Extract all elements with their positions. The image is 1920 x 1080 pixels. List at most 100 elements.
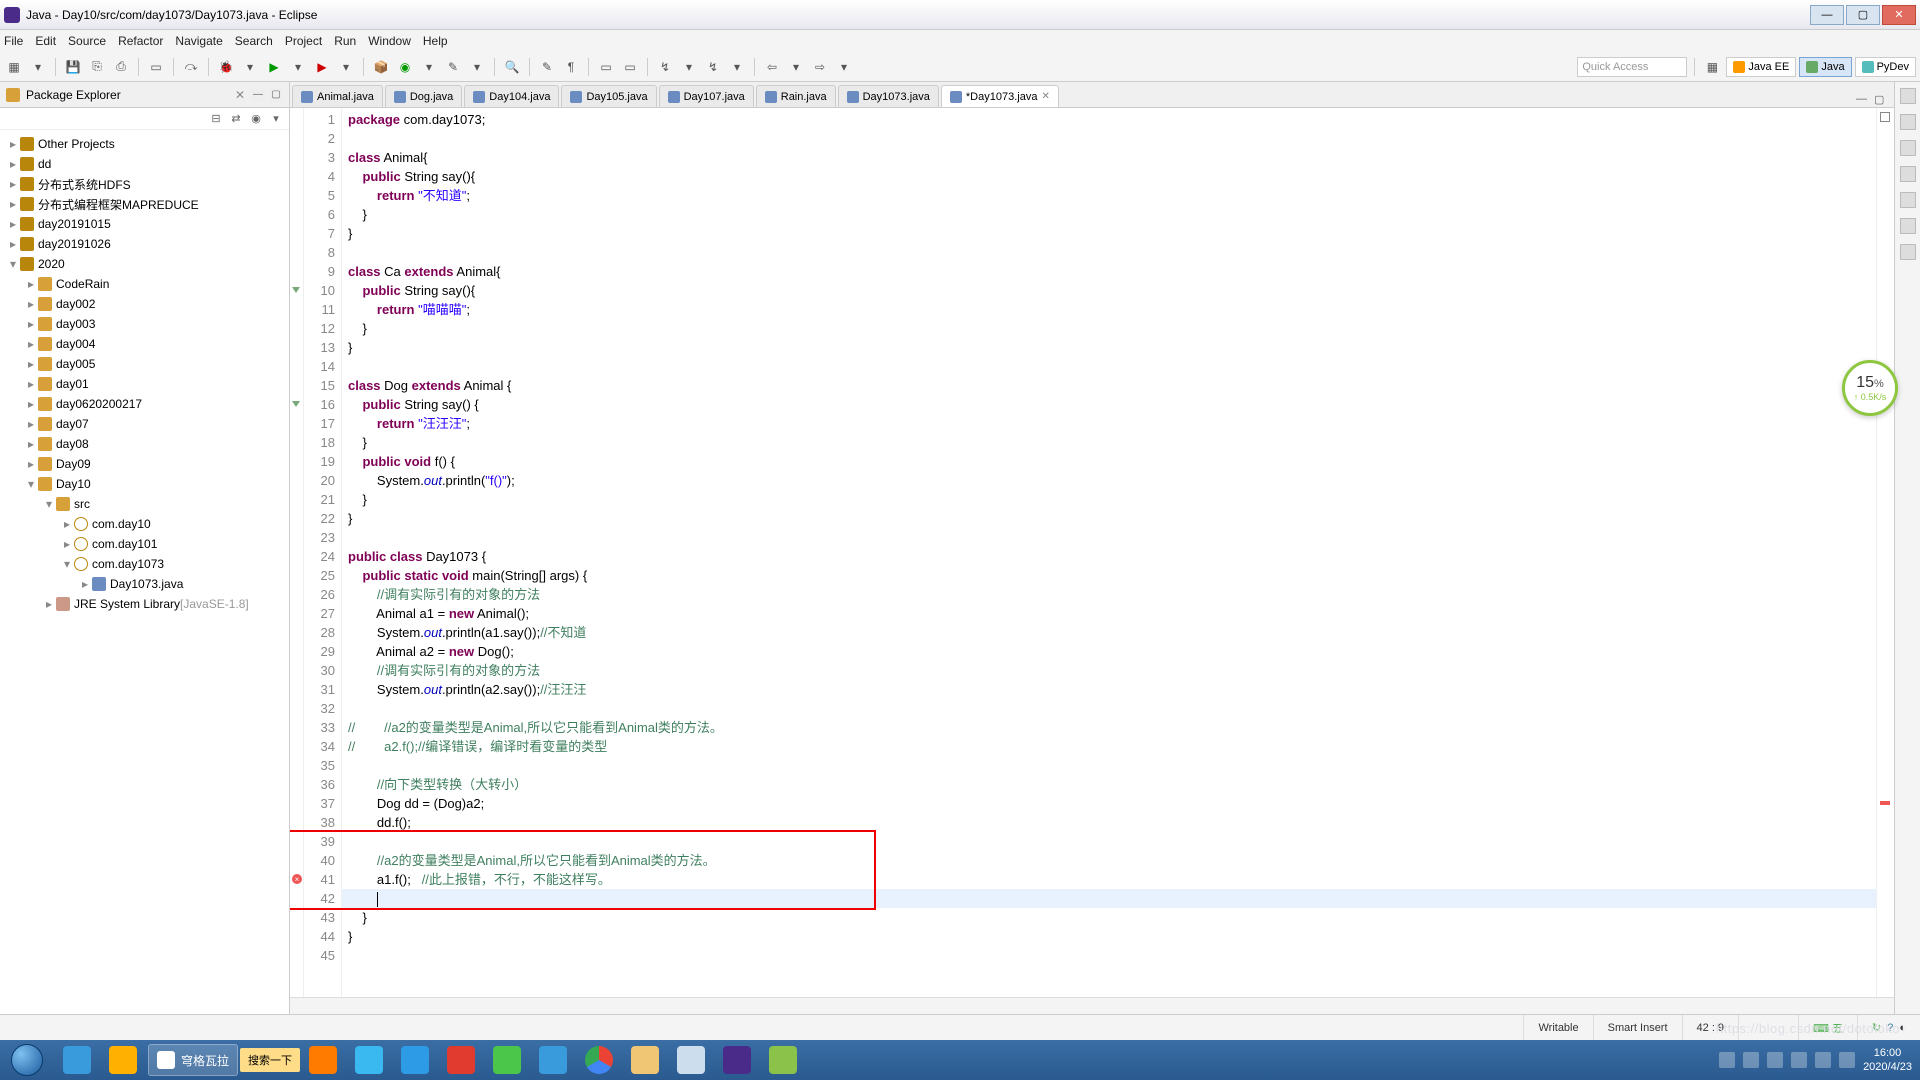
taskbar-eclipse[interactable] bbox=[715, 1042, 759, 1078]
editor-tab[interactable]: Animal.java bbox=[292, 85, 383, 107]
tree-node[interactable]: ▸JRE System Library [JavaSE-1.8] bbox=[0, 594, 289, 614]
taskbar-chrome[interactable] bbox=[577, 1042, 621, 1078]
new-dd[interactable]: ▾ bbox=[28, 57, 48, 77]
print-button[interactable]: ⎙ bbox=[111, 57, 131, 77]
editor-tab[interactable]: *Day1073.java✕ bbox=[941, 85, 1059, 107]
tree-node[interactable]: ▸day004 bbox=[0, 334, 289, 354]
tree-node[interactable]: ▸dd bbox=[0, 154, 289, 174]
ext-run-button[interactable]: ▶ bbox=[312, 57, 332, 77]
tree-node[interactable]: ▸分布式系统HDFS bbox=[0, 174, 289, 194]
back-button[interactable]: ⇦ bbox=[762, 57, 782, 77]
taskbar-youdao[interactable] bbox=[439, 1042, 483, 1078]
tree-node[interactable]: ▸com.day101 bbox=[0, 534, 289, 554]
menu-refactor[interactable]: Refactor bbox=[118, 34, 163, 48]
focus-icon[interactable]: ◉ bbox=[249, 112, 263, 126]
view-menu-icon[interactable]: ▾ bbox=[269, 112, 283, 126]
tray-network-icon[interactable] bbox=[1791, 1052, 1807, 1068]
taskbar-360se[interactable] bbox=[485, 1042, 529, 1078]
toggle-mark[interactable]: ✎ bbox=[537, 57, 557, 77]
tray-icon[interactable] bbox=[1719, 1052, 1735, 1068]
tree-node[interactable]: ▾2020 bbox=[0, 254, 289, 274]
view-close-icon[interactable]: ✕ bbox=[235, 88, 245, 102]
tasklist-icon[interactable] bbox=[1900, 114, 1916, 130]
menu-edit[interactable]: Edit bbox=[35, 34, 56, 48]
package-tree[interactable]: ▸Other Projects▸dd▸分布式系统HDFS▸分布式编程框架MAPR… bbox=[0, 130, 289, 1014]
editor-tab[interactable]: Day104.java bbox=[464, 85, 559, 107]
tray-icon[interactable] bbox=[1767, 1052, 1783, 1068]
editor-tab[interactable]: Day1073.java bbox=[838, 85, 939, 107]
outline-icon[interactable] bbox=[1900, 88, 1916, 104]
editor-tab[interactable]: Rain.java bbox=[756, 85, 836, 107]
taskbar-explorer[interactable] bbox=[623, 1042, 667, 1078]
tree-node[interactable]: ▸Day09 bbox=[0, 454, 289, 474]
tree-node[interactable]: ▸Other Projects bbox=[0, 134, 289, 154]
editor-tab[interactable]: Day105.java bbox=[561, 85, 656, 107]
new-button[interactable]: ▦ bbox=[4, 57, 24, 77]
view-max-icon[interactable]: ▢ bbox=[269, 88, 283, 102]
tree-node[interactable]: ▾src bbox=[0, 494, 289, 514]
progress-icon[interactable] bbox=[1900, 192, 1916, 208]
open-type[interactable]: ✎ bbox=[443, 57, 463, 77]
tray-meter-icon[interactable]: ◐ bbox=[1899, 1022, 1906, 1034]
collapse-all-icon[interactable]: ⊟ bbox=[209, 112, 223, 126]
editor-hscroll[interactable] bbox=[290, 997, 1894, 1014]
link-editor-icon[interactable]: ⇄ bbox=[229, 112, 243, 126]
run-button[interactable]: ▶ bbox=[264, 57, 284, 77]
code-editor[interactable]: × 12345678910111213141516171819202122232… bbox=[290, 108, 1894, 997]
skip-bp[interactable]: ⤼ bbox=[181, 57, 201, 77]
menu-search[interactable]: Search bbox=[235, 34, 273, 48]
search-view-icon[interactable] bbox=[1900, 244, 1916, 260]
menu-run[interactable]: Run bbox=[334, 34, 356, 48]
taskbar-firefox[interactable] bbox=[301, 1042, 345, 1078]
menu-help[interactable]: Help bbox=[423, 34, 448, 48]
perspective-pydev[interactable]: PyDev bbox=[1855, 57, 1916, 77]
open-perspective[interactable]: ▦ bbox=[1702, 57, 1722, 77]
tree-node[interactable]: ▸day07 bbox=[0, 414, 289, 434]
tree-node[interactable]: ▾com.day1073 bbox=[0, 554, 289, 574]
new-class[interactable]: ◉ bbox=[395, 57, 415, 77]
save-button[interactable]: 💾 bbox=[63, 57, 83, 77]
taskbar-qq[interactable] bbox=[347, 1042, 391, 1078]
taskbar-app[interactable] bbox=[761, 1042, 805, 1078]
saveall-button[interactable]: ⎘ bbox=[87, 57, 107, 77]
problems-icon[interactable] bbox=[1900, 140, 1916, 156]
menu-window[interactable]: Window bbox=[368, 34, 411, 48]
tree-node[interactable]: ▸day005 bbox=[0, 354, 289, 374]
tree-node[interactable]: ▸day01 bbox=[0, 374, 289, 394]
start-button[interactable] bbox=[0, 1040, 54, 1080]
taskbar-cloud[interactable] bbox=[393, 1042, 437, 1078]
editor-tab[interactable]: Dog.java bbox=[385, 85, 462, 107]
tree-node[interactable]: ▸day20191015 bbox=[0, 214, 289, 234]
editor-tab[interactable]: Day107.java bbox=[659, 85, 754, 107]
close-button[interactable]: ✕ bbox=[1882, 5, 1916, 25]
tree-node[interactable]: ▸day003 bbox=[0, 314, 289, 334]
quick-access-input[interactable]: Quick Access bbox=[1577, 57, 1687, 77]
bookmarks-icon[interactable] bbox=[1900, 218, 1916, 234]
tree-node[interactable]: ▾Day10 bbox=[0, 474, 289, 494]
new-pkg[interactable]: 📦 bbox=[371, 57, 391, 77]
editor-max-icon[interactable]: ▢ bbox=[1874, 93, 1888, 107]
tree-node[interactable]: ▸分布式编程框架MAPREDUCE bbox=[0, 194, 289, 214]
tray-flag-icon[interactable] bbox=[1839, 1052, 1855, 1068]
tray-icon[interactable] bbox=[1743, 1052, 1759, 1068]
nav-ann[interactable]: ↯ bbox=[655, 57, 675, 77]
view-min-icon[interactable]: — bbox=[251, 88, 265, 102]
search-button[interactable]: 🔍 bbox=[502, 57, 522, 77]
tree-node[interactable]: ▸day20191026 bbox=[0, 234, 289, 254]
taskbar-running-1[interactable]: 穹格瓦拉 bbox=[148, 1044, 238, 1076]
maximize-button[interactable]: ▢ bbox=[1846, 5, 1880, 25]
menu-source[interactable]: Source bbox=[68, 34, 106, 48]
taskbar-ie[interactable] bbox=[55, 1042, 99, 1078]
tree-node[interactable]: ▸CodeRain bbox=[0, 274, 289, 294]
toggle-ws[interactable]: ¶ bbox=[561, 57, 581, 77]
perspective-javaee[interactable]: Java EE bbox=[1726, 57, 1796, 77]
minimize-button[interactable]: — bbox=[1810, 5, 1844, 25]
tab-close-icon[interactable]: ✕ bbox=[1041, 91, 1049, 102]
taskbar-notepad[interactable] bbox=[669, 1042, 713, 1078]
editor-min-icon[interactable]: — bbox=[1856, 93, 1870, 107]
tree-node[interactable]: ▸Day1073.java bbox=[0, 574, 289, 594]
taskbar-360[interactable] bbox=[101, 1042, 145, 1078]
menu-file[interactable]: File bbox=[4, 34, 23, 48]
tree-node[interactable]: ▸day002 bbox=[0, 294, 289, 314]
nav-ann2[interactable]: ↯ bbox=[703, 57, 723, 77]
